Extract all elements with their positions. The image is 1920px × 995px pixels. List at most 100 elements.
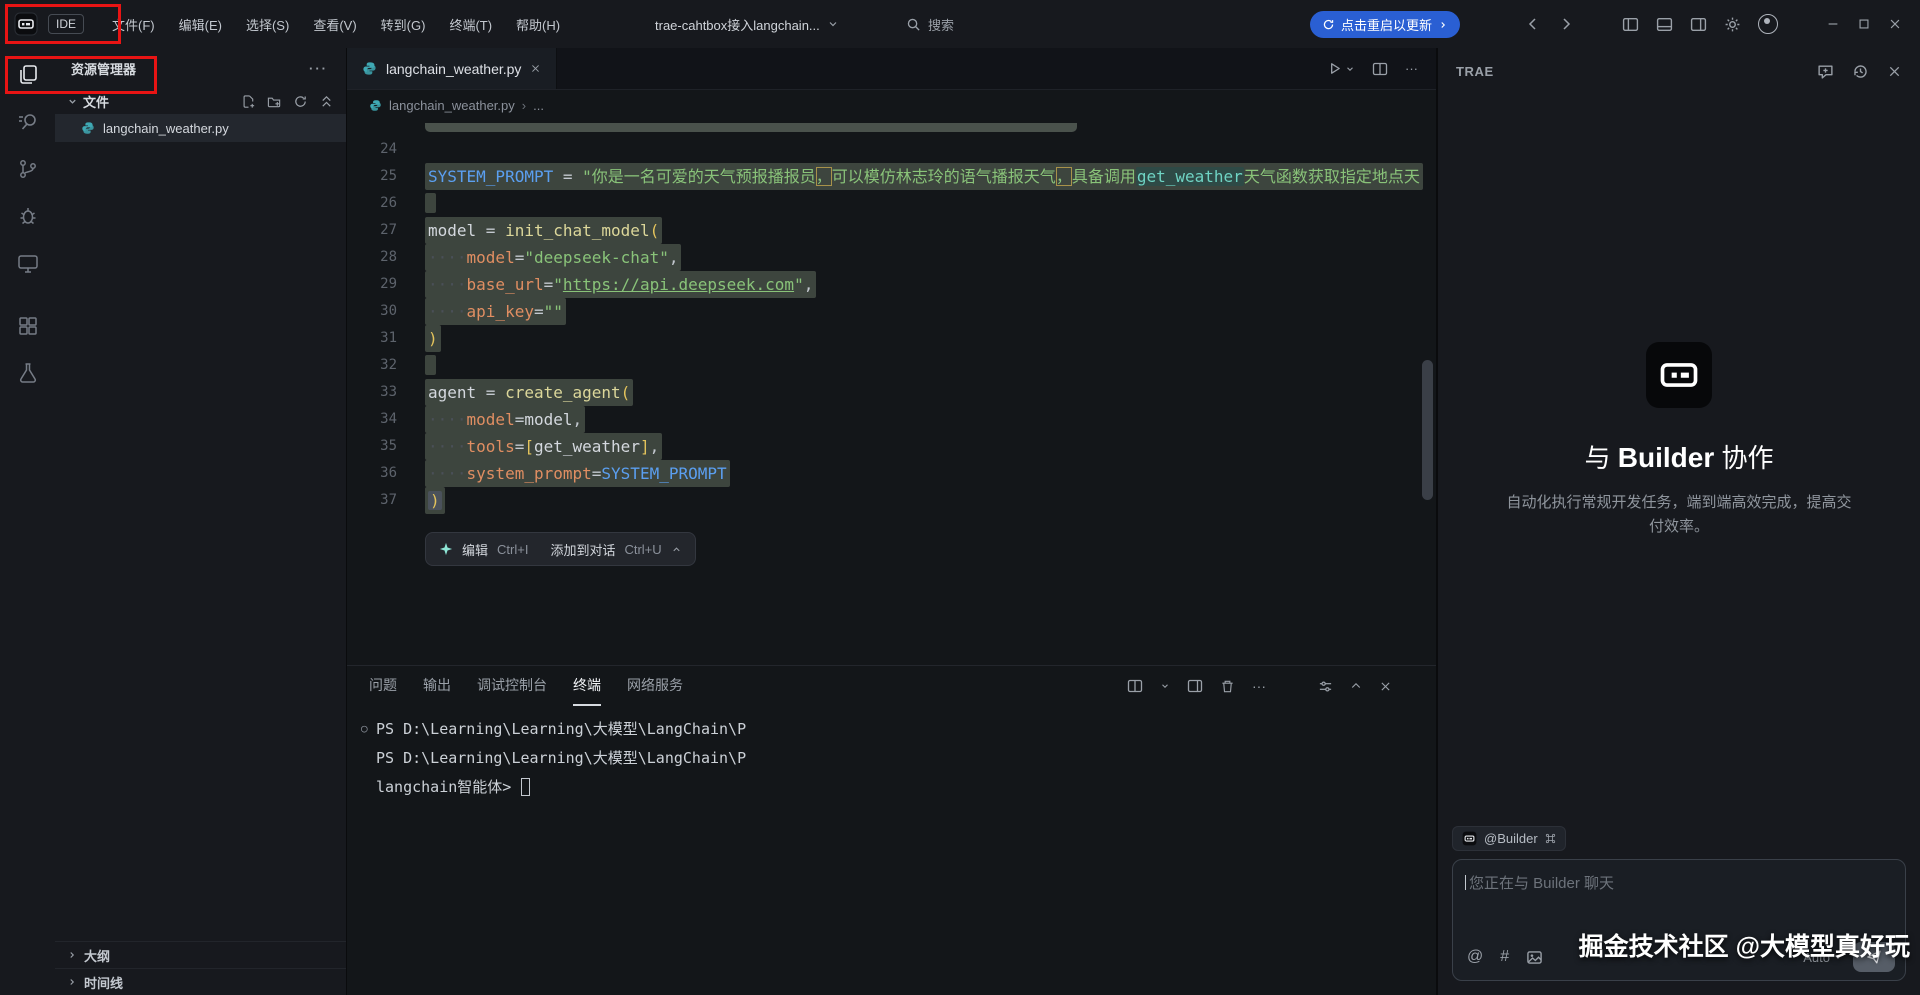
code-line[interactable]: 31): [347, 325, 1436, 352]
window-minimize-button[interactable]: [1826, 17, 1840, 31]
source-control-icon[interactable]: [15, 156, 41, 182]
menu-item-2[interactable]: 选择(S): [234, 9, 301, 39]
gear-icon[interactable]: [1724, 16, 1741, 33]
builder-logo: [1646, 342, 1712, 408]
sidebar-section-0[interactable]: 大纲: [55, 941, 346, 968]
mention-icon[interactable]: @: [1467, 948, 1483, 966]
toggle-right-sidebar-icon[interactable]: [1690, 16, 1707, 33]
code-line[interactable]: 32: [347, 352, 1436, 379]
code-line[interactable]: 34····model=model,: [347, 406, 1436, 433]
code-line[interactable]: 36····system_prompt=SYSTEM_PROMPT: [347, 460, 1436, 487]
bottom-panel: 问题输出调试控制台终端网络服务 ··· ○PS D:\Learning\Learn…: [347, 665, 1436, 995]
inline-ai-hint[interactable]: 编辑 Ctrl+I 添加到对话 Ctrl+U: [425, 532, 696, 566]
menu-item-1[interactable]: 编辑(E): [167, 9, 234, 39]
test-flask-icon[interactable]: [15, 360, 41, 386]
collapse-all-icon[interactable]: [319, 94, 334, 109]
code-line[interactable]: 25SYSTEM_PROMPT = "你是一名可爱的天气预报播报员，可以模仿林志…: [347, 163, 1436, 190]
close-panel-icon[interactable]: [1887, 63, 1902, 80]
new-folder-icon[interactable]: [267, 94, 282, 109]
editor-more-icon[interactable]: ···: [1405, 61, 1418, 76]
titlebar: IDE 文件(F)编辑(E)选择(S)查看(V)转到(G)终端(T)帮助(H) …: [0, 0, 1920, 48]
code-line[interactable]: 30····api_key="": [347, 298, 1436, 325]
toggle-left-sidebar-icon[interactable]: [1622, 16, 1639, 33]
trash-icon[interactable]: [1220, 679, 1235, 694]
breadcrumb-file: langchain_weather.py: [389, 98, 515, 113]
account-avatar[interactable]: [1758, 14, 1778, 34]
menu-item-3[interactable]: 查看(V): [301, 9, 368, 39]
panel-tab-4[interactable]: 网络服务: [627, 666, 683, 706]
editor-scrollbar[interactable]: [1422, 360, 1433, 500]
code-line[interactable]: 26: [347, 190, 1436, 217]
toggle-bottom-panel-icon[interactable]: [1656, 16, 1673, 33]
menu-item-5[interactable]: 终端(T): [437, 9, 504, 39]
attach-image-icon[interactable]: [1526, 949, 1543, 966]
split-editor-icon[interactable]: [1372, 61, 1388, 77]
update-label: 点击重启以更新: [1341, 15, 1432, 34]
section-label: 大纲: [84, 946, 110, 965]
breadcrumb[interactable]: langchain_weather.py › ...: [347, 90, 1436, 120]
code-line[interactable]: 35····tools=[get_weather],: [347, 433, 1436, 460]
hint-collapse-icon[interactable]: [671, 544, 682, 555]
explorer-icon[interactable]: [15, 62, 41, 88]
debug-icon[interactable]: [15, 203, 41, 229]
run-button[interactable]: [1327, 61, 1355, 76]
code-editor[interactable]: 2425SYSTEM_PROMPT = "你是一名可爱的天气预报播报员，可以模仿…: [347, 120, 1436, 665]
search-box[interactable]: 搜索: [906, 0, 954, 48]
panel-maximize-icon[interactable]: [1350, 680, 1362, 692]
hash-icon[interactable]: #: [1500, 948, 1509, 966]
extensions-icon[interactable]: [15, 313, 41, 339]
sidebar-more-icon[interactable]: ···: [309, 61, 328, 76]
builder-context-chip[interactable]: @Builder: [1452, 826, 1566, 851]
python-file-icon: [369, 99, 382, 112]
code-line[interactable]: 29····base_url="https://api.deepseek.com…: [347, 271, 1436, 298]
code-line[interactable]: 24: [347, 136, 1436, 163]
panel-settings-icon[interactable]: [1318, 679, 1333, 694]
window-maximize-button[interactable]: [1857, 17, 1871, 31]
nav-forward-button[interactable]: [1558, 16, 1574, 32]
search-sidebar-icon[interactable]: [15, 109, 41, 135]
nav-back-button[interactable]: [1525, 16, 1541, 32]
code-line[interactable]: 28····model="deepseek-chat",: [347, 244, 1436, 271]
menu-item-0[interactable]: 文件(F): [100, 9, 167, 39]
panel-tab-0[interactable]: 问题: [369, 666, 397, 706]
file-item[interactable]: langchain_weather.py: [55, 114, 346, 142]
project-title-dropdown[interactable]: trae-cahtbox接入langchain...: [655, 0, 839, 48]
panel-tab-2[interactable]: 调试控制台: [477, 666, 547, 706]
chevron-down-icon[interactable]: [1160, 681, 1170, 691]
line-number: 30: [347, 298, 397, 325]
new-chat-icon[interactable]: [1817, 63, 1834, 80]
panel-close-icon[interactable]: [1379, 680, 1392, 693]
chevron-right-icon: [1438, 20, 1448, 30]
search-icon: [906, 17, 921, 32]
trae-logo-icon[interactable]: [14, 12, 38, 36]
menu-item-6[interactable]: 帮助(H): [504, 9, 572, 39]
code-line[interactable]: 33agent = create_agent(: [347, 379, 1436, 406]
refresh-icon[interactable]: [293, 94, 308, 109]
terminal[interactable]: ○PS D:\Learning\Learning\大模型\LangChain\P…: [347, 706, 1436, 995]
panel-layout-icon[interactable]: [1187, 678, 1203, 694]
menu-item-4[interactable]: 转到(G): [369, 9, 438, 39]
restart-update-button[interactable]: 点击重启以更新: [1310, 11, 1460, 38]
command-icon: [1545, 833, 1556, 844]
preview-monitor-icon[interactable]: [15, 250, 41, 276]
sidebar-section-1[interactable]: 时间线: [55, 968, 346, 995]
terminal-line: ○PS D:\Learning\Learning\大模型\LangChain\P: [361, 714, 1436, 743]
editor-group: langchain_weather.py ··· langchain_weath…: [346, 48, 1437, 995]
code-line[interactable]: 37): [347, 487, 1436, 514]
tab-langchain-weather[interactable]: langchain_weather.py: [347, 48, 557, 89]
terminal-split-icon[interactable]: [1127, 678, 1143, 694]
builder-description: 自动化执行常规开发任务，端到端高效完成，提高交付效率。: [1507, 491, 1852, 538]
panel-more-icon[interactable]: ···: [1252, 678, 1266, 694]
panel-tab-3[interactable]: 终端: [573, 666, 601, 706]
panel-tab-1[interactable]: 输出: [423, 666, 451, 706]
terminal-cursor: [521, 778, 530, 796]
window-close-button[interactable]: [1888, 17, 1902, 31]
sidebar-title: 资源管理器: [71, 59, 136, 78]
line-content: ····tools=[get_weather],: [425, 433, 662, 460]
panel-tabs: 问题输出调试控制台终端网络服务 ···: [347, 666, 1436, 706]
new-file-icon[interactable]: [241, 94, 256, 109]
files-section-header[interactable]: 文件: [55, 88, 346, 114]
history-icon[interactable]: [1852, 63, 1869, 80]
tab-close-icon[interactable]: [530, 63, 541, 74]
code-line[interactable]: 27model = init_chat_model(: [347, 217, 1436, 244]
